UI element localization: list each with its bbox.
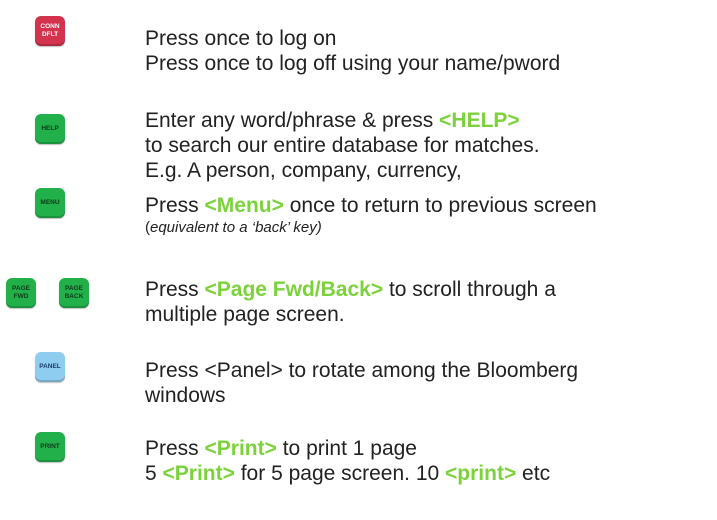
print-key-label: PRINT	[40, 443, 60, 450]
print-key-ref-2: <Print>	[162, 462, 235, 485]
menu-instructions: Press <Menu> once to return to previous …	[145, 193, 597, 238]
print-line-1: Press <Print> to print 1 page	[145, 436, 550, 461]
panel-line-2: windows	[145, 384, 226, 407]
menu-line-2-italic: equivalent to a ‘back’ key)	[150, 219, 322, 236]
print-key[interactable]: PRINT	[35, 432, 65, 462]
page-instructions: Press <Page Fwd/Back> to scroll through …	[145, 277, 556, 327]
page-line-1-post: to scroll through a	[383, 278, 556, 301]
help-instructions: Enter any word/phrase & press <HELP> to …	[145, 108, 540, 183]
conn-dflt-key-label-1: CONN	[40, 23, 60, 30]
conn-dflt-key-label-2: DFLT	[41, 31, 59, 38]
page-key-ref: <Page Fwd/Back>	[204, 278, 384, 301]
menu-key-ref: <Menu>	[204, 194, 284, 217]
help-line-1: Enter any word/phrase & press <HELP>	[145, 108, 540, 133]
menu-line-1: Press <Menu> once to return to previous …	[145, 193, 597, 218]
print-line-2-b: for 5 page screen. 10	[234, 462, 446, 485]
help-line-1-text: Enter any word/phrase & press	[145, 109, 440, 132]
menu-key[interactable]: MENU	[35, 188, 65, 218]
logon-line: Press once to log on	[145, 27, 337, 50]
print-line-1-pre: Press	[145, 437, 205, 460]
page-back-key-label-2: BACK	[64, 293, 84, 300]
page-fwd-key-label-1: PAGE	[12, 285, 30, 292]
help-key-label: HELP	[41, 125, 59, 132]
logon-instructions: Press once to log on Press once to log o…	[145, 26, 560, 76]
page-fwd-key[interactable]: PAGE FWD	[6, 278, 36, 308]
panel-key[interactable]: PANEL	[35, 352, 65, 382]
page-fwd-key-label-2: FWD	[13, 293, 29, 300]
menu-key-label: MENU	[40, 199, 60, 206]
panel-line-1: Press <Panel> to rotate among the Bloomb…	[145, 359, 579, 382]
page-back-key-label-1: PAGE	[65, 285, 83, 292]
help-key-ref: <HELP>	[439, 109, 520, 132]
panel-instructions: Press <Panel> to rotate among the Bloomb…	[145, 358, 578, 408]
page-line-2: multiple page screen.	[145, 303, 345, 326]
print-line-2-a: 5	[145, 462, 163, 485]
print-line-1-post: to print 1 page	[276, 437, 417, 460]
help-key[interactable]: HELP	[35, 114, 65, 144]
page-line-1-pre: Press	[145, 278, 205, 301]
panel-key-label: PANEL	[39, 363, 61, 370]
print-instructions: Press <Print> to print 1 page 5 <Print> …	[145, 436, 550, 486]
menu-line-1-pre: Press	[145, 194, 205, 217]
page-back-key[interactable]: PAGE BACK	[59, 278, 89, 308]
logoff-line: Press once to log off using your name/pw…	[145, 52, 561, 75]
page-line-1: Press <Page Fwd/Back> to scroll through …	[145, 277, 556, 302]
menu-line-2: (equivalent to a ‘back’ key)	[145, 218, 597, 238]
print-line-2-c: etc	[516, 462, 551, 485]
menu-line-1-post: once to return to previous screen	[283, 194, 597, 217]
print-key-ref: <Print>	[204, 437, 277, 460]
help-line-2: to search our entire database for matche…	[145, 134, 540, 157]
print-line-2: 5 <Print> for 5 page screen. 10 <print> …	[145, 461, 550, 486]
print-key-ref-3: <print>	[445, 462, 517, 485]
conn-dflt-key[interactable]: CONN DFLT	[35, 16, 65, 46]
help-line-3: E.g. A person, company, currency,	[145, 159, 462, 182]
